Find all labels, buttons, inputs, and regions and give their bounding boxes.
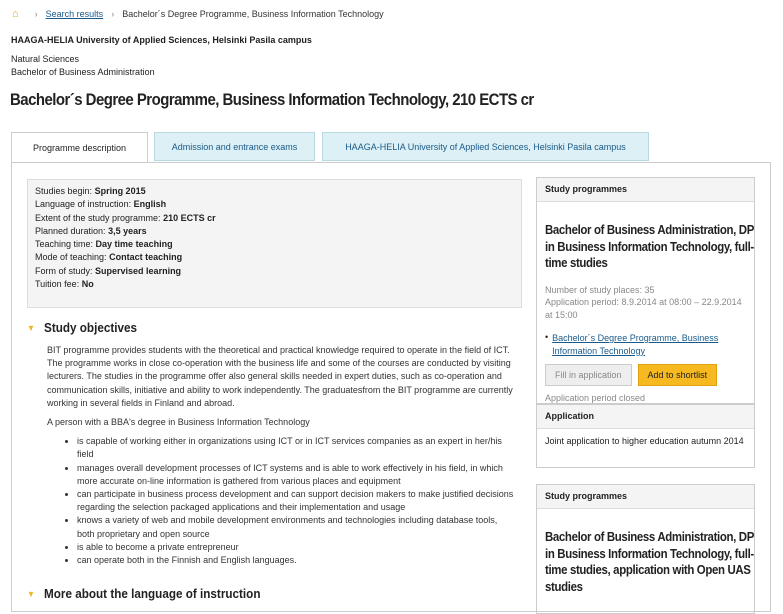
fact-row: Tuition fee: No (35, 278, 514, 291)
caret-down-icon: ▼ (27, 588, 36, 599)
list-item: knows a variety of web and mobile develo… (77, 514, 517, 540)
breadcrumb: ⌂ › Search results › Bachelor´s Degree P… (12, 8, 384, 20)
fact-value: 210 ECTS cr (163, 212, 216, 223)
programme-title: Bachelor of Business Administration, DP … (545, 222, 754, 270)
facts-box: Studies begin: Spring 2015 Language of i… (27, 179, 522, 308)
fact-label: Language of instruction: (35, 199, 132, 210)
fact-label: Form of study: (35, 265, 93, 276)
box-heading: Study programmes (537, 178, 754, 202)
fact-row: Mode of teaching: Contact teaching (35, 251, 514, 264)
fact-value: Supervised learning (95, 265, 182, 276)
application-text: Joint application to higher education au… (545, 436, 744, 446)
home-icon[interactable]: ⌂ (12, 8, 19, 20)
fact-row: Extent of the study programme: 210 ECTS … (35, 212, 514, 225)
fact-label: Tuition fee: (35, 279, 80, 290)
fact-row: Planned duration: 3,5 years (35, 225, 514, 238)
fact-value: Day time teaching (95, 239, 173, 250)
fact-value: Contact teaching (109, 252, 183, 263)
application-closed-note: Application period closed (545, 393, 646, 403)
fact-label: Studies begin: (35, 186, 93, 196)
chevron-right-icon: › (111, 9, 115, 19)
tab-label: Admission and entrance exams (171, 141, 298, 152)
chevron-right-icon: › (34, 9, 38, 19)
list-item: can participate in business process deve… (77, 488, 517, 514)
tab-programme-description[interactable]: Programme description (11, 132, 148, 163)
tab-admission[interactable]: Admission and entrance exams (154, 132, 315, 161)
fact-label: Mode of teaching: (35, 252, 107, 263)
tab-label: Programme description (32, 142, 127, 153)
section-heading: More about the language of instruction (44, 586, 261, 601)
fact-label: Teaching time: (35, 239, 94, 250)
breadcrumb-search-results-link[interactable]: Search results (46, 9, 104, 19)
organization-name: HAAGA-HELIA University of Applied Scienc… (11, 35, 312, 45)
add-to-shortlist-button[interactable]: Add to shortlist (637, 364, 718, 386)
fact-value: No (81, 279, 94, 290)
programme-link[interactable]: Bachelor´s Degree Programme, Business In… (552, 332, 746, 357)
box-heading: Application (537, 404, 754, 429)
objectives-list: is capable of working either in organiza… (47, 435, 517, 567)
caret-down-icon: ▼ (27, 322, 36, 333)
fact-row: Teaching time: Day time teaching (35, 238, 514, 251)
tab-label: HAAGA-HELIA University of Applied Scienc… (345, 141, 626, 152)
breadcrumb-current: Bachelor´s Degree Programme, Business In… (122, 9, 384, 19)
tab-campus[interactable]: HAAGA-HELIA University of Applied Scienc… (322, 132, 649, 161)
section-heading: Study objectives (44, 320, 138, 335)
fact-label: Extent of the study programme: (35, 212, 161, 223)
degree-name: Bachelor of Business Administration (11, 67, 155, 77)
field-info: Natural Sciences Bachelor of Business Ad… (11, 53, 155, 79)
study-programme-box: Study programmes Bachelor of Business Ad… (536, 484, 755, 614)
study-programme-box: Study programmes Bachelor of Business Ad… (536, 177, 755, 404)
box-heading: Study programmes (537, 485, 754, 509)
page-title: Bachelor´s Degree Programme, Business In… (10, 90, 534, 109)
study-objectives-content: BIT programme provides students with the… (47, 344, 517, 567)
study-objectives-toggle[interactable]: ▼ Study objectives (27, 320, 137, 335)
fill-in-application-button[interactable]: Fill in application (545, 364, 632, 386)
list-item: can operate both in the Finnish and Engl… (77, 554, 517, 567)
programme-title: Bachelor of Business Administration, DP … (545, 529, 754, 594)
fact-value: 3,5 years (108, 225, 147, 236)
fact-row: Form of study: Supervised learning (35, 265, 514, 278)
more-language-toggle[interactable]: ▼ More about the language of instruction (27, 586, 260, 601)
fact-row: Studies begin: Spring 2015 (35, 185, 514, 198)
study-places: Number of study places: 35 (545, 284, 655, 295)
fact-label: Planned duration: (35, 225, 106, 236)
button-row: Fill in application Add to shortlist (545, 364, 746, 386)
fact-row: Language of instruction: English (35, 198, 514, 211)
fact-value: English (133, 199, 167, 210)
application-box: Application Joint application to higher … (536, 404, 755, 468)
programme-link-row: • Bachelor´s Degree Programme, Business … (545, 332, 746, 357)
field-of-study: Natural Sciences (11, 54, 80, 64)
paragraph: A person with a BBA's degree in Business… (47, 417, 310, 428)
bullet: • (545, 332, 549, 342)
paragraph: BIT programme provides students with the… (47, 345, 513, 408)
list-item: is able to become a private entrepreneur (77, 541, 517, 554)
application-period: Application period: 8.9.2014 at 08:00 – … (545, 297, 742, 320)
fact-value: Spring 2015 (94, 186, 146, 196)
list-item: manages overall development processes of… (77, 462, 517, 488)
list-item: is capable of working either in organiza… (77, 435, 517, 461)
